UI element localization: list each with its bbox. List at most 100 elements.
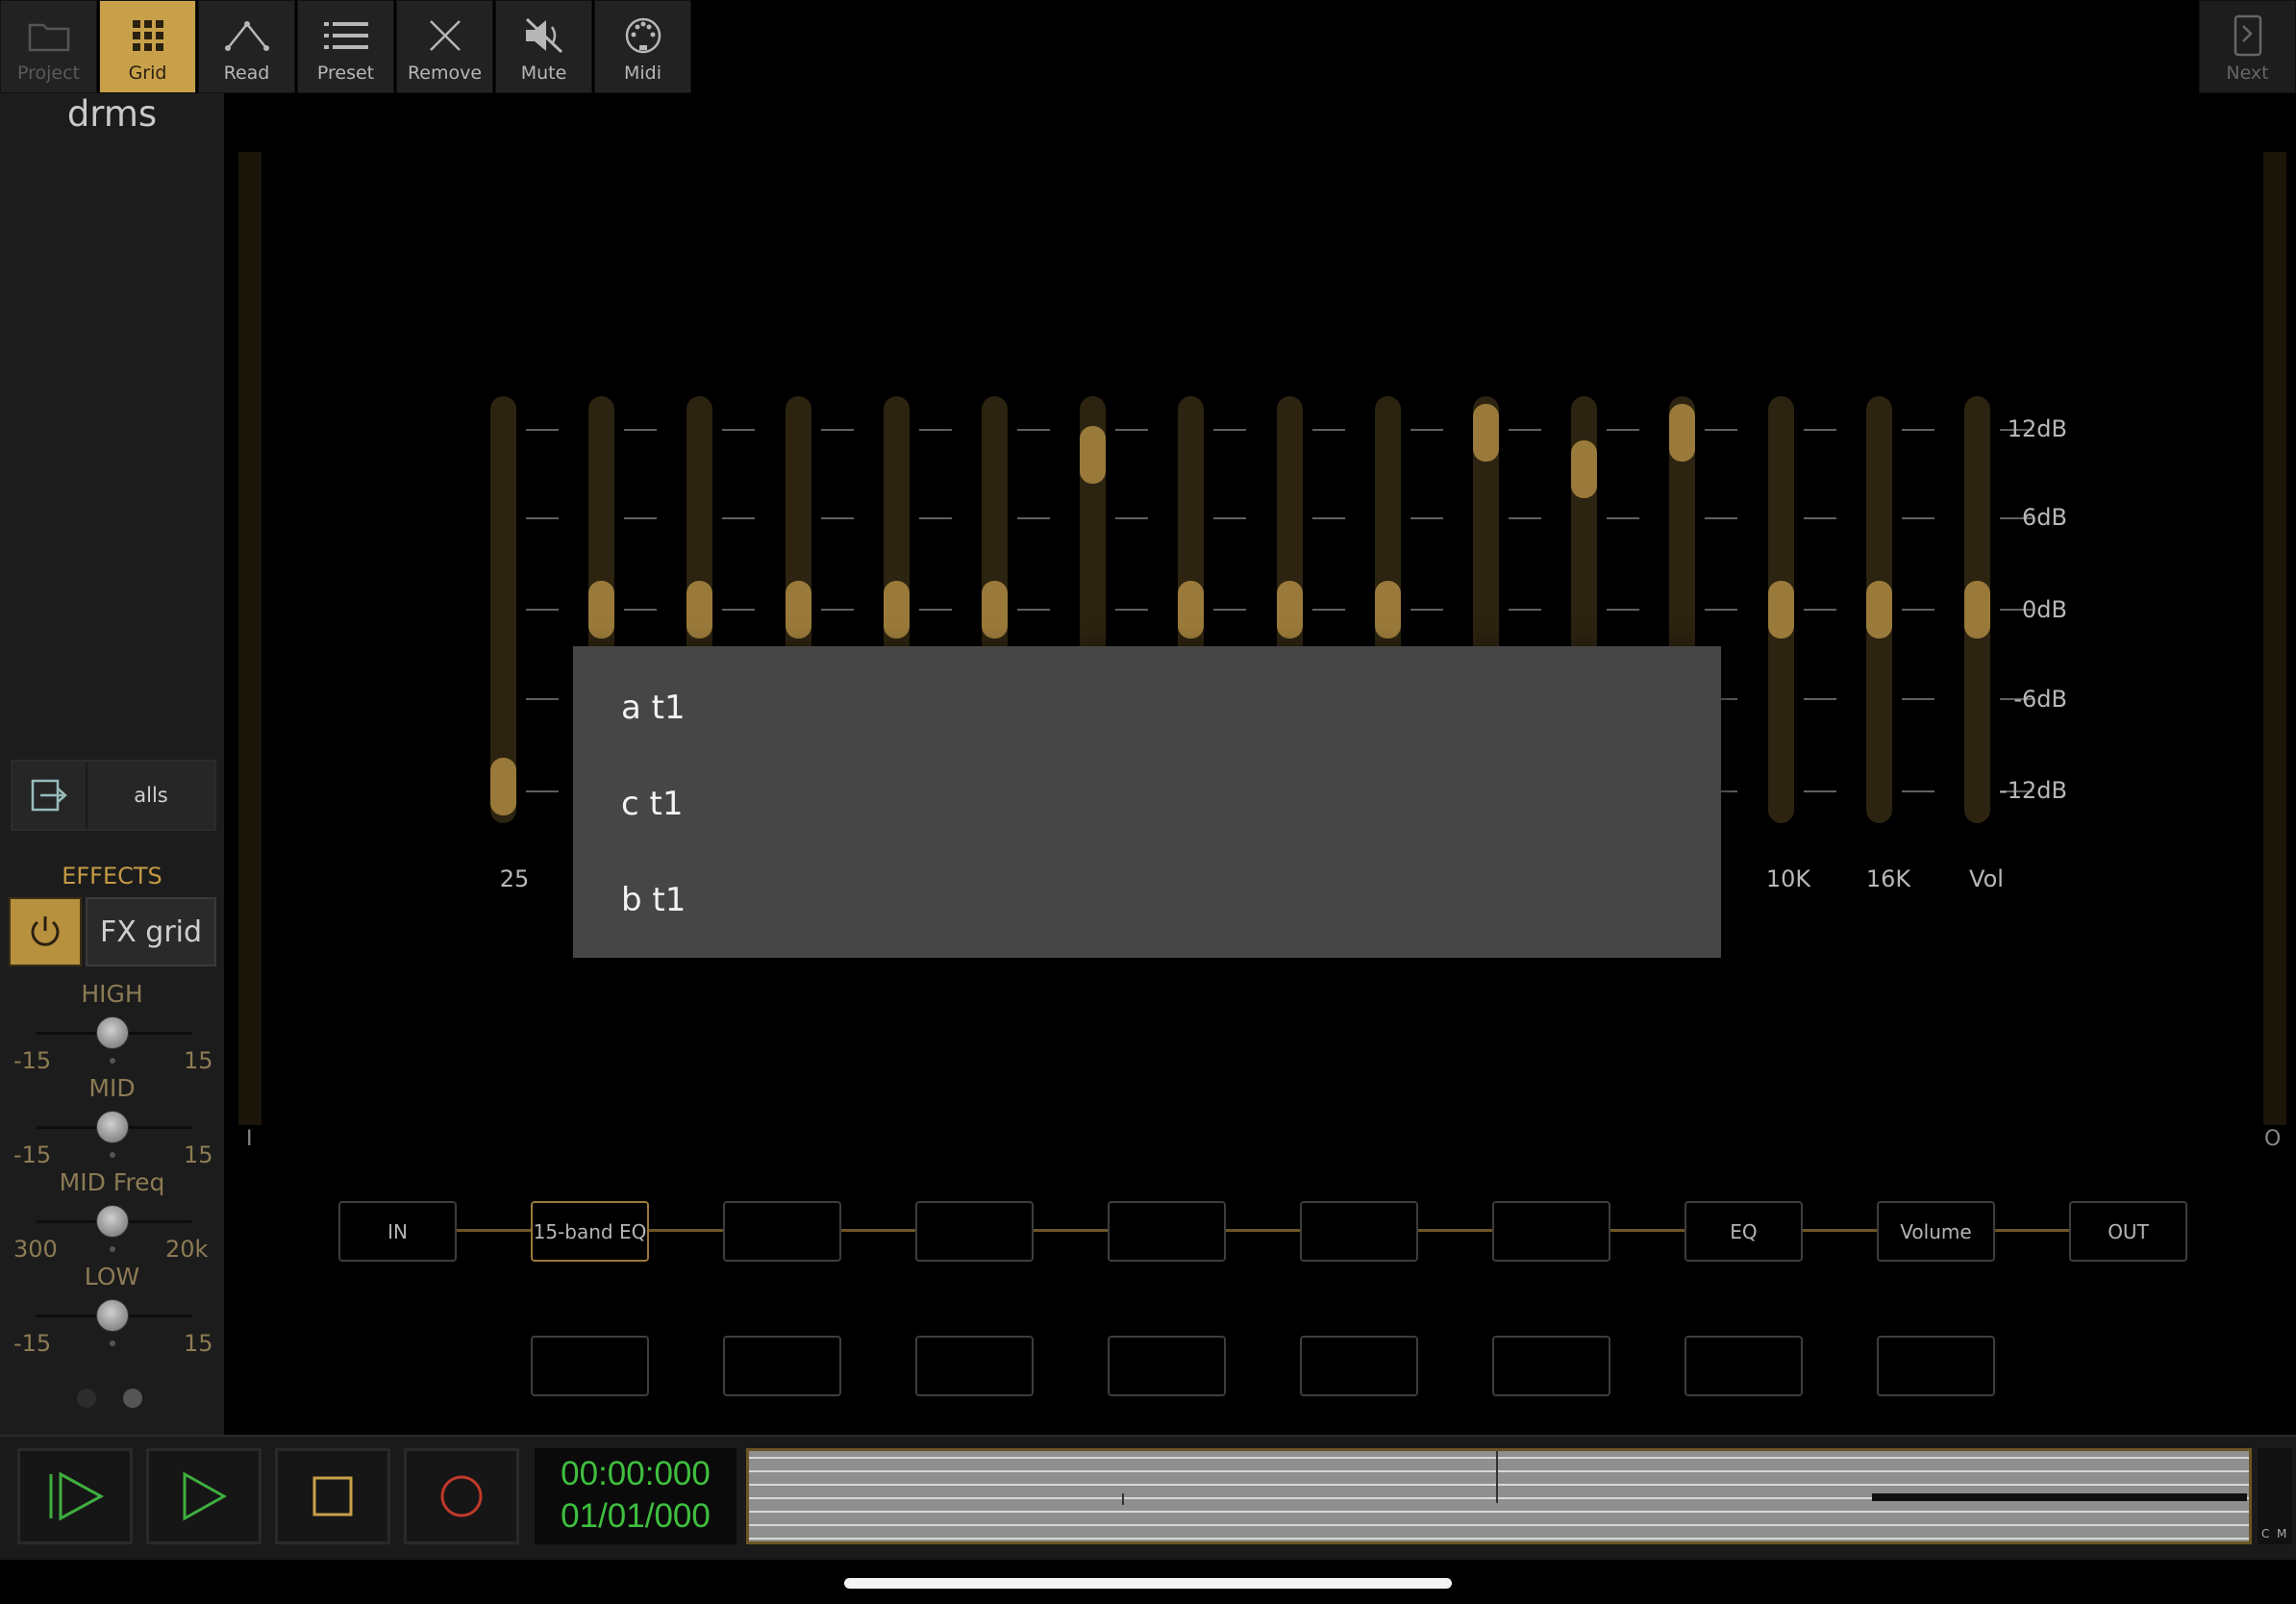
record-button[interactable] [404, 1448, 519, 1544]
page-dot-active[interactable] [123, 1389, 142, 1408]
fx-slot-secondary[interactable] [1877, 1336, 1995, 1396]
eq-band-thumb[interactable] [588, 581, 614, 639]
mute-button[interactable]: Mute [495, 0, 592, 93]
eq-band-thumb[interactable] [490, 758, 516, 815]
popup-item-c-t1[interactable]: c t1 [621, 785, 683, 823]
route-selector[interactable]: alls [11, 760, 216, 831]
eq-band-thumb[interactable] [686, 581, 712, 639]
output-route-icon[interactable] [12, 762, 87, 829]
power-icon [31, 916, 60, 946]
eq-band-thumb[interactable] [982, 581, 1008, 639]
fx-slot[interactable]: EQ [1685, 1201, 1803, 1262]
play-button[interactable] [146, 1448, 262, 1544]
route-popup-menu: a t1 c t1 b t1 [573, 646, 1721, 958]
db-tick [1312, 609, 1345, 611]
timeline-track-line [749, 1538, 2249, 1540]
fx-row: FX grid [9, 897, 216, 966]
fx-slot[interactable] [915, 1201, 1034, 1262]
preset-button[interactable]: Preset [297, 0, 394, 93]
high-center-dot [110, 1058, 115, 1064]
mid-knob-title: MID [88, 1074, 136, 1102]
project-button[interactable]: Project [0, 0, 97, 93]
eq-band-thumb[interactable] [1080, 426, 1106, 484]
popup-item-a-t1[interactable]: a t1 [621, 689, 686, 727]
db-tick [1804, 429, 1836, 431]
fx-slot[interactable] [723, 1201, 841, 1262]
page-indicator [77, 1389, 142, 1408]
fx-slot-secondary[interactable] [723, 1336, 841, 1396]
preset-label: Preset [316, 63, 375, 84]
db-tick [1607, 609, 1639, 611]
high-max-label: 15 [184, 1047, 213, 1074]
timeline-region [1872, 1493, 2247, 1501]
grid-button[interactable]: Grid [99, 0, 196, 93]
next-label: Next [2226, 63, 2269, 84]
freq-label-10k: 10K [1765, 865, 1811, 892]
midi-icon [620, 14, 666, 57]
fx-slot-secondary[interactable] [1300, 1336, 1418, 1396]
db-label-12: 12dB [2007, 415, 2067, 442]
close-icon [422, 14, 468, 57]
fx-power-button[interactable] [9, 897, 82, 966]
fx-slot-secondary[interactable] [1492, 1336, 1610, 1396]
eq-band-thumb[interactable] [1375, 581, 1401, 639]
eq-band-thumb[interactable] [786, 581, 811, 639]
stop-button[interactable] [275, 1448, 390, 1544]
midi-button[interactable]: Midi [594, 0, 691, 93]
db-tick [624, 517, 657, 519]
midfreq-slider-handle[interactable] [96, 1205, 129, 1238]
mid-slider-handle[interactable] [96, 1111, 129, 1143]
input-level-meter [238, 152, 262, 1125]
fx-grid-button[interactable]: FX grid [86, 897, 216, 966]
input-meter-label: I [246, 1127, 253, 1151]
fx-slot[interactable]: OUT [2069, 1201, 2187, 1262]
eq-band-thumb[interactable] [1571, 440, 1597, 498]
eq-band-thumb[interactable] [1277, 581, 1303, 639]
stop-icon [312, 1476, 353, 1516]
fx-slot[interactable] [1492, 1201, 1610, 1262]
fx-slot-secondary[interactable] [1685, 1336, 1803, 1396]
timeline-track-line [749, 1484, 2249, 1486]
mute-icon [521, 14, 567, 57]
timeline-overview[interactable] [746, 1448, 2252, 1544]
db-tick [1312, 517, 1345, 519]
db-tick [821, 609, 854, 611]
eq-band-thumb[interactable] [1866, 581, 1892, 639]
route-label[interactable]: alls [87, 762, 214, 829]
fx-slot[interactable] [1108, 1201, 1226, 1262]
eq-band-thumb[interactable] [1669, 404, 1695, 462]
next-button[interactable]: Next [2199, 0, 2296, 93]
fx-slot[interactable]: 15-band EQ [531, 1201, 649, 1262]
db-tick [526, 609, 559, 611]
db-tick [1804, 698, 1836, 700]
read-button[interactable]: Read [198, 0, 295, 93]
db-tick [526, 517, 559, 519]
high-min-label: -15 [13, 1047, 52, 1074]
fx-slot-secondary[interactable] [1108, 1336, 1226, 1396]
time-display[interactable]: 00:00:000 01/01/000 [535, 1448, 736, 1544]
midi-label: Midi [623, 63, 661, 84]
fx-slot[interactable]: IN [338, 1201, 457, 1262]
eq-band-thumb[interactable] [884, 581, 910, 639]
high-slider-handle[interactable] [96, 1016, 129, 1049]
db-tick [1017, 429, 1050, 431]
fx-slot[interactable] [1300, 1201, 1418, 1262]
db-tick [1705, 429, 1737, 431]
read-label: Read [223, 63, 270, 84]
cm-label-c: C [2261, 1527, 2270, 1541]
eq-band-thumb[interactable] [1768, 581, 1794, 639]
remove-button[interactable]: Remove [396, 0, 493, 93]
left-panel: drms alls EFFECTS FX grid HIGH -15 15 MI… [0, 93, 224, 1435]
track-name[interactable]: drms [0, 93, 224, 135]
eq-band-thumb[interactable] [1178, 581, 1204, 639]
page-dot[interactable] [77, 1389, 96, 1408]
fx-slot-secondary[interactable] [531, 1336, 649, 1396]
volume-fader-thumb[interactable] [1964, 581, 1990, 639]
play-from-start-button[interactable] [17, 1448, 133, 1544]
fx-slot[interactable]: Volume [1877, 1201, 1995, 1262]
eq-band-thumb[interactable] [1473, 404, 1499, 462]
fx-chain-line [456, 1229, 2073, 1232]
popup-item-b-t1[interactable]: b t1 [621, 881, 686, 919]
low-slider-handle[interactable] [96, 1299, 129, 1332]
fx-slot-secondary[interactable] [915, 1336, 1034, 1396]
